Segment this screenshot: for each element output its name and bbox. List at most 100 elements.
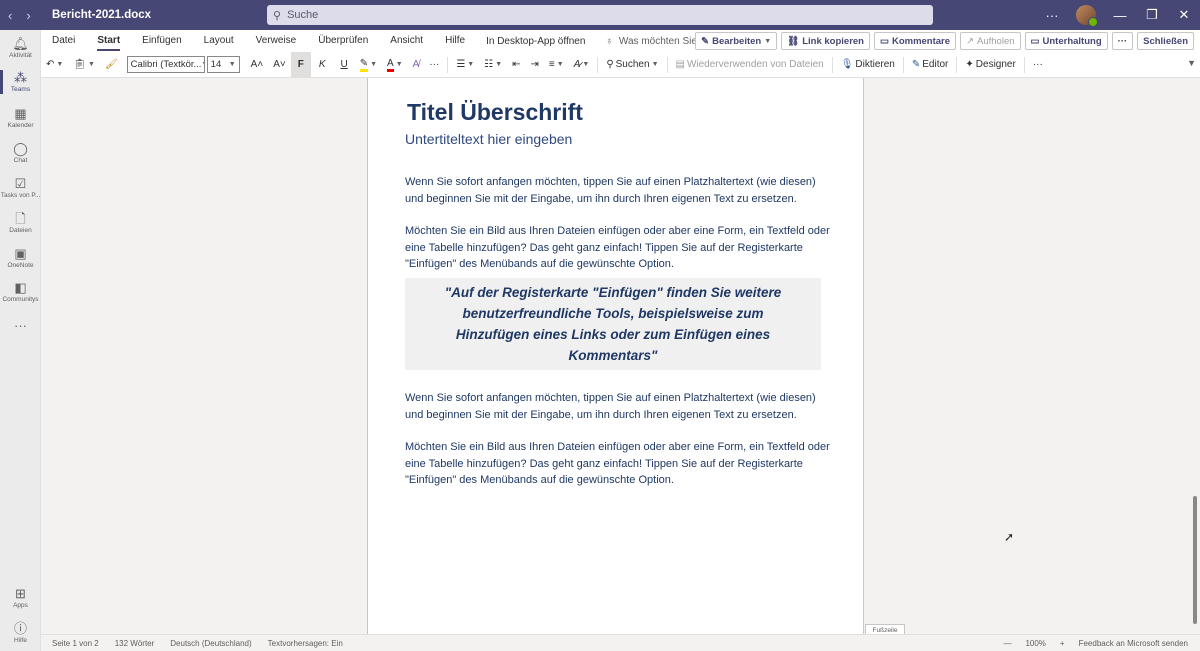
tab-insert[interactable]: Einfügen	[131, 30, 192, 52]
zoom-level[interactable]: 100%	[1025, 639, 1045, 648]
rail-item-chat[interactable]: ◯ Chat	[0, 141, 41, 164]
paragraph-2[interactable]: Möchten Sie ein Bild aus Ihren Dateien e…	[405, 223, 835, 273]
more-font-options-button[interactable]: ···	[424, 52, 444, 78]
title-bar: ‹ › Bericht-2021.docx ⚲ Suche ··· — ❐ ✕	[0, 0, 1200, 30]
language-indicator[interactable]: Deutsch (Deutschland)	[159, 639, 256, 648]
link-icon: ⛓	[787, 35, 800, 47]
zoom-in-button[interactable]: +	[1060, 639, 1065, 648]
tab-view[interactable]: Ansicht	[379, 30, 434, 52]
undo-button[interactable]: ↶ ▼	[41, 52, 68, 78]
editor-icon: ✎	[911, 59, 921, 70]
tab-help[interactable]: Hilfe	[434, 30, 476, 52]
bullets-button[interactable]: ☰ ▼	[451, 52, 479, 78]
font-family-select[interactable]: Calibri (Textkör...▼	[126, 56, 205, 73]
shrink-font-button[interactable]: A˅	[268, 52, 291, 78]
dictate-button[interactable]: 🎙︎ Diktieren	[836, 52, 900, 78]
back-icon[interactable]: ‹	[8, 8, 12, 23]
chevron-down-icon: ▼	[88, 61, 95, 68]
rail-item-help[interactable]: ⓘ Hilfe	[0, 621, 41, 644]
divider	[666, 56, 668, 73]
rail-more-button[interactable]: ···	[0, 318, 41, 333]
catch-up-button[interactable]: ↗ Aufholen	[960, 32, 1021, 50]
mouse-pointer-icon: ➚	[1004, 530, 1015, 544]
rail-item-activity[interactable]: 🔔︎ Aktivität	[0, 36, 41, 59]
open-desktop-app-link[interactable]: In Desktop-App öffnen	[476, 36, 595, 47]
edit-mode-button[interactable]: ✎ Bearbeiten ▼	[695, 32, 778, 50]
find-button[interactable]: ⚲ Suchen ▼	[601, 52, 663, 78]
increase-indent-button[interactable]: ⇥	[526, 52, 544, 78]
ribbon-toolbar: ↶▼ 📋︎▼ 🖌︎ Calibri (Textkör...▼ 14▼ A˄ A˅…	[41, 51, 1200, 78]
font-color-button[interactable]: A ▼	[382, 52, 408, 78]
status-bar: Seite 1 von 2 132 Wörter Deutsch (Deutsc…	[41, 634, 1200, 651]
reuse-files-button[interactable]: ▤ Wiederverwenden von Dateien	[671, 52, 829, 78]
nav-buttons: ‹ ›	[0, 8, 52, 23]
copy-link-button[interactable]: ⛓ Link kopieren	[781, 32, 870, 50]
search-icon: ⚲	[606, 59, 614, 70]
format-painter-button[interactable]: 🖌︎	[100, 52, 123, 78]
rail-item-calendar[interactable]: ▦ Kalender	[0, 106, 41, 129]
catch-up-icon: ↗	[966, 35, 975, 47]
word-count[interactable]: 132 Wörter	[104, 639, 160, 648]
tab-references[interactable]: Verweise	[245, 30, 308, 52]
numbering-button[interactable]: ☷ ▼	[479, 52, 507, 78]
highlight-button[interactable]: ✎ ▼	[355, 52, 382, 78]
italic-button[interactable]: K	[311, 52, 334, 78]
vertical-scrollbar[interactable]	[1193, 496, 1197, 624]
comments-button[interactable]: ▭ Kommentare	[873, 32, 957, 50]
document-subtitle[interactable]: Untertiteltext hier eingeben	[405, 131, 572, 147]
more-actions-button[interactable]: ···	[1111, 32, 1134, 50]
rail-item-onenote[interactable]: ▣ OneNote	[0, 246, 41, 269]
collapse-ribbon-icon[interactable]: ▼	[1187, 58, 1196, 68]
restore-button[interactable]: ❐	[1136, 7, 1168, 23]
text-predictions-toggle[interactable]: Textvorhersagen: Ein	[257, 639, 348, 648]
bullet-list-icon: ☰	[456, 59, 466, 70]
paragraph-1[interactable]: Wenn Sie sofort anfangen möchten, tippen…	[405, 174, 835, 207]
community-icon: ◧	[14, 280, 27, 295]
forward-icon[interactable]: ›	[26, 8, 30, 23]
tab-file[interactable]: Datei	[41, 30, 86, 52]
rail-item-files[interactable]: 🗋︎ Dateien	[0, 211, 41, 234]
clear-formatting-button[interactable]: A̸	[408, 52, 425, 78]
close-document-button[interactable]: Schließen	[1137, 32, 1194, 50]
lightbulb-icon: ♁	[605, 35, 613, 47]
page-count: Seite 1 von 2	[52, 638, 99, 648]
designer-button[interactable]: ✦ Designer	[960, 52, 1020, 78]
divider	[902, 56, 904, 73]
microphone-icon: 🎙︎	[840, 59, 854, 70]
decrease-indent-button[interactable]: ⇤	[507, 52, 525, 78]
grow-font-button[interactable]: A˄	[246, 52, 269, 78]
chevron-down-icon: ▼	[395, 61, 403, 68]
quote-block[interactable]: "Auf der Registerkarte "Einfügen" finden…	[405, 278, 821, 370]
rail-item-teams[interactable]: ⁂ Teams	[0, 70, 41, 94]
more-toolbar-button[interactable]: ···	[1028, 52, 1048, 78]
paste-button[interactable]: 📋︎ ▼	[68, 52, 100, 78]
avatar[interactable]	[1076, 5, 1098, 27]
zoom-controls: — 100% + Feedback an Microsoft senden	[1003, 635, 1188, 651]
rail-item-apps[interactable]: ⊞ Apps	[0, 586, 41, 609]
tab-layout[interactable]: Layout	[193, 30, 245, 52]
underline-button[interactable]: U	[333, 52, 354, 78]
rail-item-communities[interactable]: ◧ Communitys	[0, 280, 41, 303]
align-button[interactable]: ≡ ▼	[544, 52, 569, 78]
font-size-select[interactable]: 14 ▼	[206, 56, 240, 73]
tab-start[interactable]: Start	[86, 30, 131, 52]
document-page[interactable]: Titel Überschrift Untertiteltext hier ei…	[367, 78, 864, 634]
paragraph-4[interactable]: Möchten Sie ein Bild aus Ihren Dateien e…	[405, 439, 835, 489]
onenote-icon: ▣	[14, 246, 27, 261]
close-window-button[interactable]: ✕	[1168, 7, 1200, 23]
search-input[interactable]: ⚲ Suche	[267, 5, 933, 25]
minimize-button[interactable]: —	[1104, 8, 1136, 23]
zoom-out-button[interactable]: —	[1003, 639, 1011, 648]
more-options-button[interactable]: ···	[1036, 8, 1068, 23]
conversation-button[interactable]: ▭ Unterhaltung	[1024, 32, 1108, 50]
editor-button[interactable]: ✎ Editor	[907, 52, 954, 78]
paragraph-3[interactable]: Wenn Sie sofort anfangen möchten, tippen…	[405, 390, 835, 423]
undo-icon: ↶	[46, 59, 55, 70]
rail-item-tasks[interactable]: ☑ Tasks von P...	[0, 176, 41, 199]
document-heading[interactable]: Titel Überschrift	[407, 99, 583, 126]
bold-button[interactable]: F	[290, 51, 311, 78]
tab-review[interactable]: Überprüfen	[307, 30, 379, 52]
reuse-icon: ▤	[675, 59, 685, 70]
feedback-link[interactable]: Feedback an Microsoft senden	[1079, 639, 1188, 648]
styles-button[interactable]: A̷ ▼	[569, 52, 595, 78]
